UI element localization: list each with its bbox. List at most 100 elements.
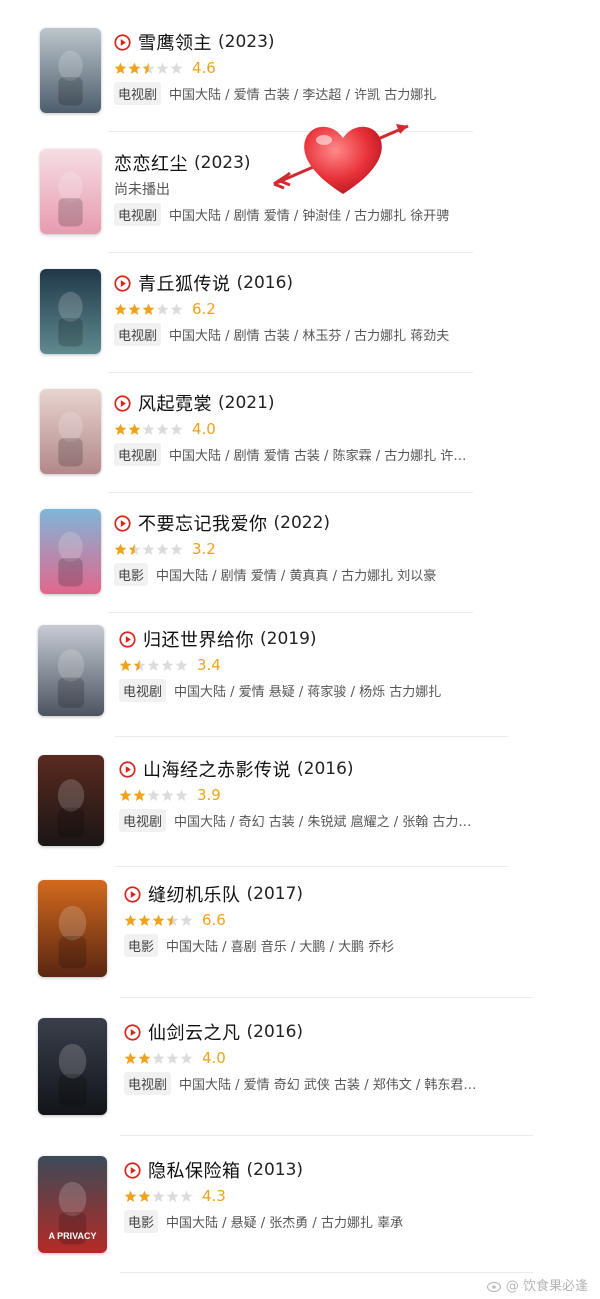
- play-icon[interactable]: [114, 33, 131, 51]
- poster-image[interactable]: [40, 149, 101, 234]
- star-icon: [161, 659, 174, 671]
- star-icon: [114, 423, 127, 435]
- play-icon[interactable]: [124, 885, 141, 903]
- meta-text: 中国大陆 / 剧情 爱情 古装 / 陈家霖 / 古力娜扎 许…: [169, 449, 467, 464]
- meta-text: 中国大陆 / 剧情 古装 / 林玉芬 / 古力娜扎 蒋劲夫: [169, 329, 450, 344]
- rating-score: 3.4: [197, 656, 221, 674]
- play-icon[interactable]: [114, 394, 131, 412]
- rating-score: 6.6: [202, 911, 226, 929]
- divider: [108, 372, 473, 373]
- star-icon: [156, 423, 169, 435]
- play-icon[interactable]: [124, 1161, 141, 1179]
- poster-image[interactable]: [40, 389, 101, 474]
- item-title[interactable]: 青丘狐传说: [138, 270, 231, 296]
- poster-image[interactable]: [40, 269, 101, 354]
- meta-row: 电视剧 中国大陆 / 爱情 奇幻 武侠 古装 / 郑伟文 / 韩东君…: [124, 1072, 476, 1095]
- title-row[interactable]: 恋恋红尘 (2023): [114, 150, 251, 176]
- item-title[interactable]: 雪鹰领主: [138, 29, 212, 55]
- poster-image[interactable]: A PRIVACY: [38, 1156, 107, 1253]
- poster-image[interactable]: [38, 880, 107, 977]
- rating-score: 4.0: [202, 1049, 226, 1067]
- type-badge: 电影: [124, 1210, 159, 1233]
- title-row[interactable]: 不要忘记我爱你 (2022): [114, 510, 330, 536]
- watermark-text: @ 饮食果必逢: [505, 1279, 588, 1294]
- poster-caption: A PRIVACY: [48, 1231, 97, 1241]
- title-row[interactable]: 山海经之赤影传说 (2016): [119, 756, 354, 782]
- title-row[interactable]: 归还世界给你 (2019): [119, 626, 317, 652]
- item-title[interactable]: 恋恋红尘: [114, 150, 188, 176]
- rating-score: 6.2: [192, 300, 216, 318]
- star-icon: [147, 659, 160, 671]
- divider: [108, 612, 473, 613]
- rating-row: 4.0: [114, 420, 216, 438]
- star-icon: [180, 914, 193, 926]
- item-year: (2022): [273, 513, 331, 533]
- star-icon: [124, 1052, 137, 1064]
- poster-image[interactable]: [38, 625, 104, 716]
- star-icon: [124, 1190, 137, 1202]
- poster-image[interactable]: [38, 1018, 107, 1115]
- star-icon: [128, 423, 141, 435]
- star-rating: [124, 1190, 194, 1203]
- play-icon[interactable]: [114, 514, 131, 532]
- star-rating: [124, 914, 194, 927]
- play-icon[interactable]: [114, 274, 131, 292]
- type-badge: 电视剧: [119, 809, 167, 832]
- rating-score: 3.2: [192, 540, 216, 558]
- poster-image[interactable]: [40, 28, 101, 113]
- star-icon: [133, 789, 146, 801]
- star-icon: [180, 1190, 193, 1202]
- star-rating: [114, 423, 184, 436]
- rating-row: 3.9: [119, 786, 221, 804]
- divider: [115, 736, 508, 737]
- play-icon[interactable]: [119, 630, 136, 648]
- poster-image[interactable]: [38, 755, 104, 846]
- release-status: 尚未播出: [114, 182, 170, 198]
- item-title[interactable]: 风起霓裳: [138, 390, 212, 416]
- play-icon[interactable]: [124, 1023, 141, 1041]
- meta-row: 电影 中国大陆 / 剧情 爱情 / 黄真真 / 古力娜扎 刘以豪: [114, 563, 436, 586]
- item-title[interactable]: 归还世界给你: [143, 626, 254, 652]
- meta-row: 电视剧 中国大陆 / 剧情 古装 / 林玉芬 / 古力娜扎 蒋劲夫: [114, 323, 449, 346]
- poster-image[interactable]: [40, 509, 101, 594]
- rating-row: 6.6: [124, 911, 226, 929]
- item-title[interactable]: 不要忘记我爱你: [138, 510, 268, 536]
- star-icon: [166, 914, 179, 926]
- title-row[interactable]: 青丘狐传说 (2016): [114, 270, 293, 296]
- star-icon: [142, 62, 155, 74]
- item-title[interactable]: 隐私保险箱: [148, 1157, 241, 1183]
- divider: [120, 1135, 533, 1136]
- star-icon: [119, 659, 132, 671]
- item-year: (2023): [194, 153, 251, 173]
- star-icon: [170, 423, 183, 435]
- star-icon: [170, 543, 183, 555]
- star-rating: [119, 659, 189, 672]
- star-icon: [119, 789, 132, 801]
- play-icon[interactable]: [119, 760, 136, 778]
- meta-row: 电视剧 中国大陆 / 爱情 古装 / 李达超 / 许凯 古力娜扎: [114, 82, 436, 105]
- title-row[interactable]: 缝纫机乐队 (2017): [124, 881, 303, 907]
- meta-row: 电视剧 中国大陆 / 剧情 爱情 / 钟澍佳 / 古力娜扎 徐开骋: [114, 203, 449, 226]
- item-year: (2016): [246, 1022, 304, 1042]
- star-icon: [124, 914, 137, 926]
- star-rating: [114, 543, 184, 556]
- title-row[interactable]: 雪鹰领主 (2023): [114, 29, 275, 55]
- type-badge: 电影: [124, 934, 159, 957]
- rating-row: 4.0: [124, 1049, 226, 1067]
- star-icon: [180, 1052, 193, 1064]
- star-rating: [114, 62, 184, 75]
- rating-row: 4.6: [114, 59, 216, 77]
- title-row[interactable]: 仙剑云之凡 (2016): [124, 1019, 303, 1045]
- weibo-icon: [486, 1281, 501, 1292]
- item-title[interactable]: 仙剑云之凡: [148, 1019, 241, 1045]
- star-icon: [156, 62, 169, 74]
- star-icon: [128, 543, 141, 555]
- title-row[interactable]: 隐私保险箱 (2013): [124, 1157, 303, 1183]
- star-icon: [156, 543, 169, 555]
- item-title[interactable]: 山海经之赤影传说: [143, 756, 291, 782]
- meta-text: 中国大陆 / 奇幻 古装 / 朱锐斌 扈耀之 / 张翰 古力…: [174, 815, 472, 830]
- item-title[interactable]: 缝纫机乐队: [148, 881, 241, 907]
- title-row[interactable]: 风起霓裳 (2021): [114, 390, 275, 416]
- star-icon: [166, 1052, 179, 1064]
- rating-row: 6.2: [114, 300, 216, 318]
